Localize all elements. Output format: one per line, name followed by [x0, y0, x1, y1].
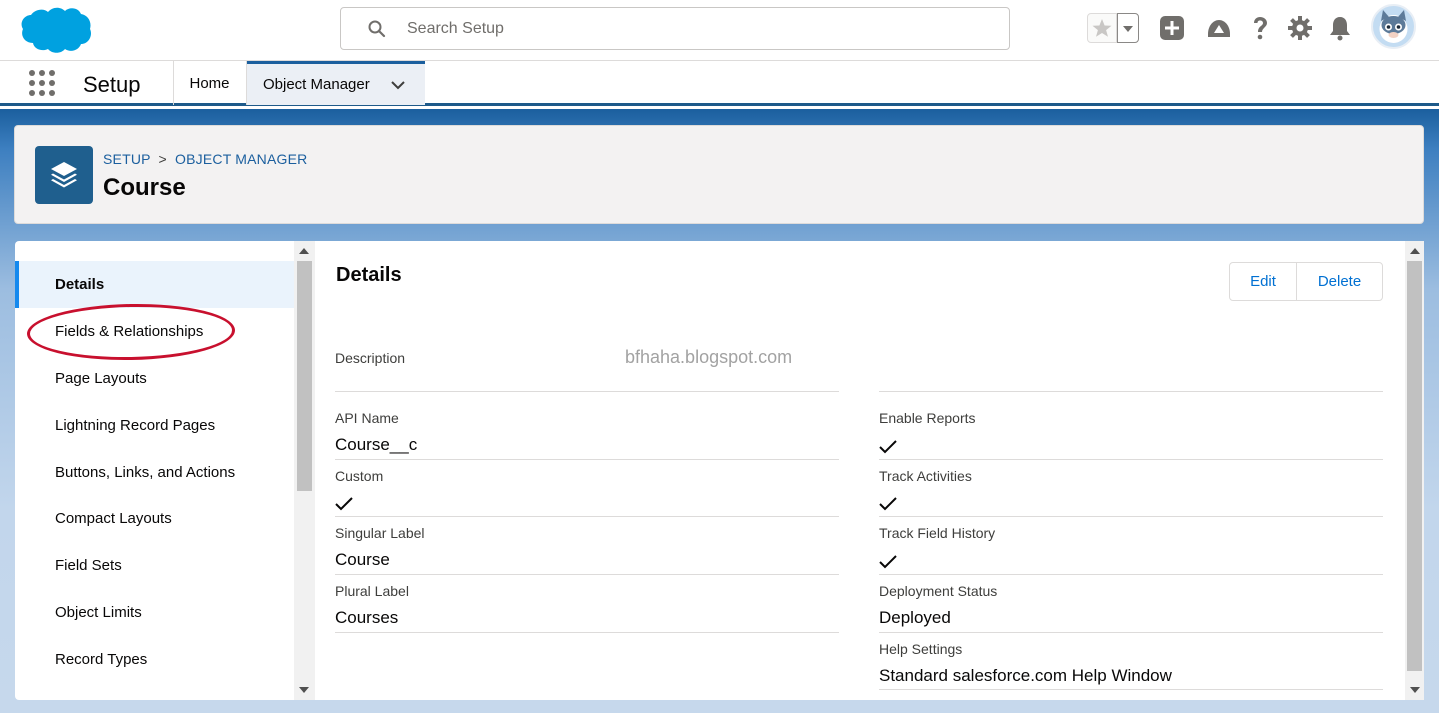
field-label: Track Activities [879, 468, 972, 484]
field-help-settings: Help Settings Standard salesforce.com He… [879, 633, 1383, 690]
nav-item-details[interactable]: Details [15, 261, 294, 308]
salesforce-logo[interactable] [18, 4, 92, 54]
nav-item-label: Page Layouts [55, 370, 147, 387]
scroll-down-arrow[interactable] [299, 687, 309, 693]
field-track-activities: Track Activities [879, 460, 1383, 517]
scrollbar-thumb[interactable] [1407, 261, 1422, 671]
favorites-dropdown-button[interactable] [1117, 13, 1139, 43]
star-icon [1092, 19, 1112, 37]
nav-item-buttons-links-actions[interactable]: Buttons, Links, and Actions [15, 449, 294, 496]
nav-item-label: Lightning Record Pages [55, 417, 216, 434]
layers-icon [51, 162, 77, 188]
field-value: Deployed [879, 608, 951, 627]
field-label: Custom [335, 468, 384, 484]
nav-item-label: Field Sets [55, 557, 122, 574]
nav-item-label: Object Limits [55, 604, 142, 621]
bell-icon[interactable] [1326, 14, 1354, 42]
add-icon[interactable] [1158, 14, 1186, 42]
delete-button[interactable]: Delete [1297, 263, 1382, 300]
breadcrumb-separator: > [158, 151, 167, 167]
field-track-field-history: Track Field History [879, 517, 1383, 575]
field-label: Plural Label [335, 583, 409, 599]
field-label: Track Field History [879, 525, 996, 541]
field-label: API Name [335, 410, 399, 426]
nav-item-fields-relationships[interactable]: Fields & Relationships [15, 308, 294, 355]
action-button-group: Edit Delete [1229, 262, 1383, 301]
scroll-down-arrow[interactable] [1410, 687, 1420, 693]
field-blank [879, 341, 1383, 392]
breadcrumb: SETUP > OBJECT MANAGER [103, 151, 307, 167]
chevron-down-icon[interactable] [390, 78, 406, 92]
checkmark-icon [879, 440, 897, 454]
checkmark-icon [879, 555, 897, 569]
details-panel: Details Edit Delete bfhaha.blogspot.com … [315, 241, 1424, 700]
page-header: SETUP > OBJECT MANAGER Course [14, 125, 1424, 224]
checkmark-icon [879, 497, 897, 511]
field-description: Description [335, 341, 839, 392]
app-name: Setup [83, 72, 141, 97]
field-label: Deployment Status [879, 583, 998, 599]
nav-item-compact-layouts[interactable]: Compact Layouts [15, 495, 294, 542]
breadcrumb-setup[interactable]: SETUP [103, 151, 150, 167]
nav-item-field-sets[interactable]: Field Sets [15, 542, 294, 589]
field-label: Help Settings [879, 641, 963, 657]
edit-button[interactable]: Edit [1230, 263, 1297, 300]
left-nav-scrollbar[interactable] [294, 241, 315, 700]
chevron-down-icon [1123, 26, 1133, 32]
field-api-name: API Name Course__c [335, 403, 839, 460]
nav-item-lightning-record-pages[interactable]: Lightning Record Pages [15, 402, 294, 449]
context-bar: Setup Home Object Manager [0, 61, 1439, 106]
search-icon [368, 20, 386, 38]
avatar[interactable] [1371, 4, 1416, 49]
tab-home-label: Home [189, 74, 230, 92]
tab-object-manager-label: Object Manager [263, 76, 370, 93]
field-value: Course [335, 550, 390, 569]
field-value: Courses [335, 608, 399, 627]
gear-icon[interactable] [1286, 14, 1314, 42]
field-singular-label: Singular Label Course [335, 517, 839, 575]
scrollbar-thumb[interactable] [297, 261, 312, 491]
page-title: Course [103, 174, 186, 201]
object-icon [35, 146, 93, 204]
section-title: Details [336, 264, 402, 286]
field-value: Standard salesforce.com Help Window [879, 666, 1172, 685]
scroll-up-arrow[interactable] [299, 248, 309, 254]
field-plural-label: Plural Label Courses [335, 575, 839, 633]
app-launcher-icon[interactable] [28, 69, 56, 97]
trailhead-icon[interactable] [1205, 14, 1233, 42]
nav-item-label: Record Types [55, 651, 148, 668]
nav-item-label: Fields & Relationships [55, 323, 204, 340]
nav-item-label: Compact Layouts [55, 510, 172, 527]
favorites [1087, 13, 1139, 43]
search-box[interactable]: Search Setup [340, 7, 1010, 50]
field-custom: Custom [335, 460, 839, 517]
search-input[interactable]: Search Setup [407, 20, 504, 38]
left-nav: Details Fields & Relationships Page Layo… [15, 241, 315, 700]
nav-item-object-limits[interactable]: Object Limits [15, 589, 294, 636]
nav-item-label: Details [55, 276, 105, 293]
breadcrumb-object-manager[interactable]: OBJECT MANAGER [175, 151, 307, 167]
checkmark-icon [335, 497, 353, 511]
nav-item-record-types[interactable]: Record Types [15, 636, 294, 683]
nav-item-page-layouts[interactable]: Page Layouts [15, 355, 294, 402]
field-value: Course__c [335, 435, 418, 454]
field-enable-reports: Enable Reports [879, 403, 1383, 460]
tab-object-manager[interactable]: Object Manager [247, 61, 425, 105]
help-icon[interactable] [1246, 14, 1274, 42]
field-deployment-status: Deployment Status Deployed [879, 575, 1383, 633]
field-label: Description [335, 350, 406, 366]
field-label: Singular Label [335, 525, 425, 541]
global-header: Search Setup [0, 0, 1439, 61]
tab-home[interactable]: Home [173, 61, 247, 105]
field-label: Enable Reports [879, 410, 976, 426]
nav-item-label: Buttons, Links, and Actions [55, 464, 236, 481]
scroll-up-arrow[interactable] [1410, 248, 1420, 254]
favorite-star-button[interactable] [1087, 13, 1117, 43]
details-scrollbar[interactable] [1405, 241, 1424, 700]
